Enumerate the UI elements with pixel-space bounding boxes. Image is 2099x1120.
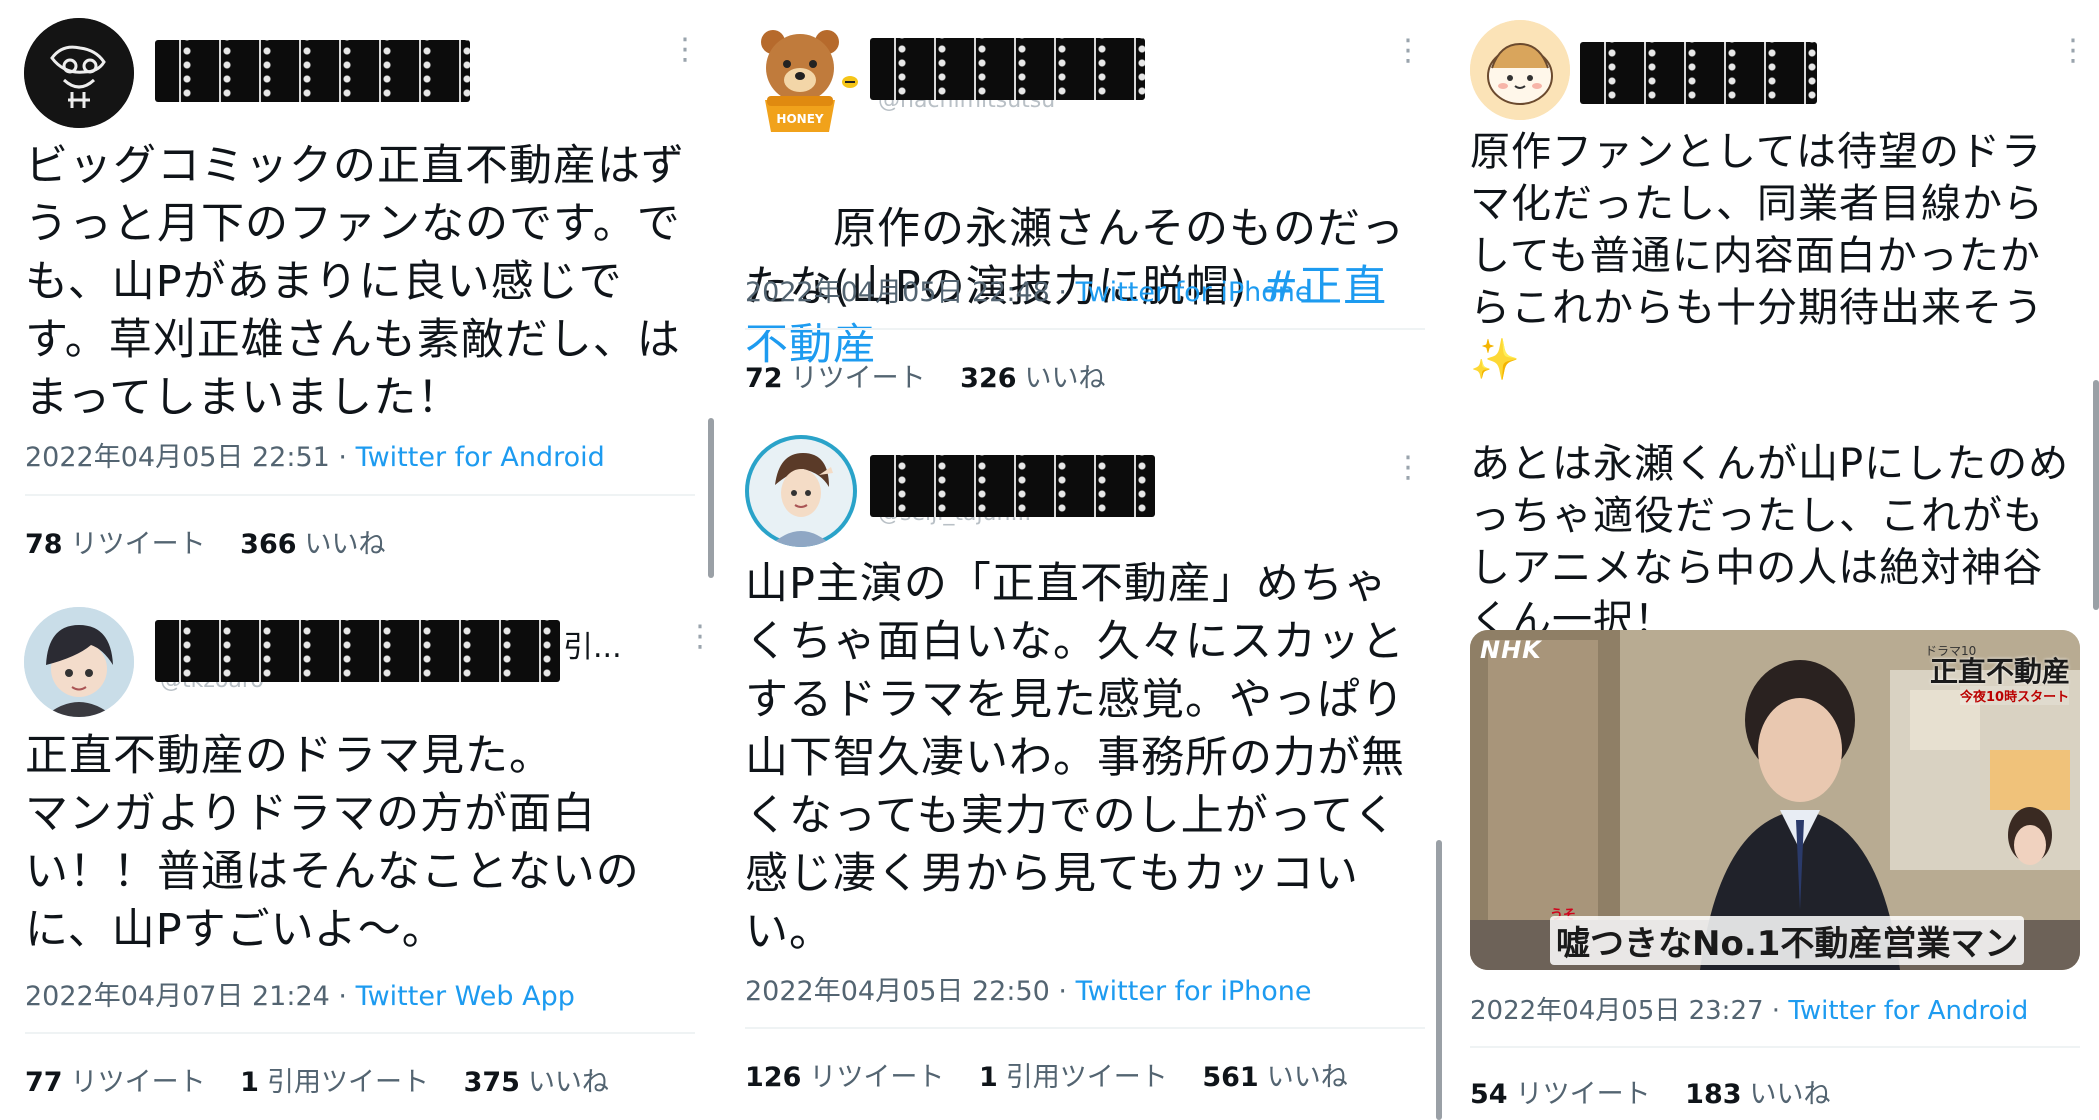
tweet-card[interactable]: ⋮ 原作ファンとしては待望のドラマ化だったし、同業者目線からしても普通に内容面白…: [1445, 0, 2099, 1120]
tweet-stats: 72 リツイート 326 いいね: [745, 356, 1106, 395]
more-options-icon[interactable]: ⋮: [1393, 36, 1423, 66]
tweet-card[interactable]: ⋮ ビッグコミックの正直不動産はずうっと月下のファンなのです。でも、山Pがあまり…: [0, 0, 710, 570]
tweet-source-link[interactable]: Twitter Web App: [356, 981, 575, 1012]
avatar-illustration: [24, 18, 134, 128]
tweet-meta: 2022年04月05日 22:48 · Twitter for iPhone: [745, 270, 1312, 309]
channel-logo: NHK: [1480, 636, 1542, 664]
more-options-icon[interactable]: ⋮: [1393, 453, 1423, 483]
avatar[interactable]: HONEY: [745, 20, 865, 135]
caption-banner: 嘘つきなNo.1不動産営業マン: [1550, 916, 2025, 965]
show-title: 正直不動産: [1930, 655, 2071, 688]
like-count[interactable]: 375 いいね: [464, 1067, 609, 1098]
retweet-count[interactable]: 72 リツイート: [745, 363, 926, 394]
meta-separator: ·: [1049, 976, 1076, 1007]
redacted-username: [155, 620, 560, 682]
like-count[interactable]: 366 いいね: [240, 529, 385, 560]
tweet-meta: 2022年04月07日 21:24 · Twitter Web App: [25, 974, 575, 1013]
avatar-illustration: [1470, 20, 1570, 120]
tweet-meta: 2022年04月05日 23:27 · Twitter for Android: [1470, 990, 2028, 1027]
tweet-card[interactable]: @seiji_tajun... ⋮ 山P主演の「正直不動産」めちゃくちゃ面白いな…: [720, 425, 1430, 1120]
avatar[interactable]: [24, 18, 134, 128]
retweet-count[interactable]: 54 リツイート: [1470, 1079, 1651, 1110]
broadcast-time: 今夜10時スタート: [1960, 686, 2070, 705]
divider: [25, 494, 695, 496]
tweet-text: ビッグコミックの正直不動産はずうっと月下のファンなのです。でも、山Pがあまりに良…: [25, 141, 685, 423]
column-right: ⋮ 原作ファンとしては待望のドラマ化だったし、同業者目線からしても普通に内容面白…: [1445, 0, 2099, 1120]
retweet-count[interactable]: 126 リツイート: [745, 1062, 944, 1093]
meta-separator: ·: [329, 981, 356, 1012]
tweet-source-link[interactable]: Twitter for iPhone: [1076, 976, 1312, 1007]
tweet-source-link[interactable]: Twitter for iPhone: [1076, 277, 1312, 308]
tweet-stats: 126 リツイート 1 引用ツイート 561 いいね: [745, 1055, 1348, 1094]
more-options-icon[interactable]: ⋮: [685, 622, 715, 652]
like-count[interactable]: 183 いいね: [1685, 1079, 1830, 1110]
column-left: ⋮ ビッグコミックの正直不動産はずうっと月下のファンなのです。でも、山Pがあまり…: [0, 0, 715, 1120]
tweet-source-link[interactable]: Twitter for Android: [1788, 996, 2028, 1026]
tweet-text: 山P主演の「正直不動産」めちゃくちゃ面白いな。久々にスカッとするドラマを見た感覚…: [745, 559, 1405, 957]
tweet-card[interactable]: @tkzoaro 引... ⋮ 正直不動産のドラマ見た。 マンガよりドラマの方が…: [0, 600, 715, 1120]
tweet-date[interactable]: 2022年04月05日 22:51: [25, 442, 330, 473]
divider: [25, 1032, 695, 1034]
more-options-icon[interactable]: ⋮: [2058, 36, 2088, 66]
retweet-count[interactable]: 78 リツイート: [25, 529, 206, 560]
tweet-stats: 78 リツイート 366 いいね: [25, 522, 386, 561]
avatar[interactable]: [745, 435, 857, 547]
redacted-username: [870, 455, 1155, 517]
quote-count[interactable]: 1 引用ツイート: [979, 1062, 1168, 1093]
tweet-date[interactable]: 2022年04月05日 23:27: [1470, 996, 1764, 1026]
tweet-date[interactable]: 2022年04月05日 22:50: [745, 976, 1050, 1007]
meta-separator: ·: [329, 442, 356, 473]
meta-separator: ·: [1049, 277, 1076, 308]
bear-honey-icon: HONEY: [761, 30, 858, 132]
redacted-username: [1580, 42, 1817, 104]
avatar[interactable]: [1470, 20, 1570, 120]
tweet-stats: 54 リツイート 183 いいね: [1470, 1072, 1831, 1111]
tweet-meta: 2022年04月05日 22:51 · Twitter for Android: [25, 435, 605, 474]
tweet-date[interactable]: 2022年04月07日 21:24: [25, 981, 330, 1012]
divider: [745, 328, 1425, 330]
tweet-meta: 2022年04月05日 22:50 · Twitter for iPhone: [745, 969, 1312, 1008]
scrollbar[interactable]: [2093, 380, 2099, 610]
redacted-username: [155, 40, 470, 102]
tweet-media-image[interactable]: NHK ドラマ10 正直不動産 今夜10時スタート うそ 嘘つきなNo.1不動産…: [1470, 630, 2080, 970]
tweet-card[interactable]: HONEY @hachimitsutsu ⋮ 原作の永瀬さんそのものだったな(山…: [720, 0, 1430, 415]
like-count[interactable]: 561 いいね: [1202, 1062, 1347, 1093]
column-middle: HONEY @hachimitsutsu ⋮ 原作の永瀬さんそのものだったな(山…: [720, 0, 1442, 1120]
avatar-illustration: [24, 607, 134, 717]
redacted-username: [870, 38, 1145, 100]
tweet-date[interactable]: 2022年04月05日 22:48: [745, 277, 1050, 308]
more-options-icon[interactable]: ⋮: [670, 35, 700, 65]
divider: [1470, 1046, 2080, 1048]
divider: [745, 1027, 1425, 1029]
like-count[interactable]: 326 いいね: [960, 363, 1105, 394]
scrollbar[interactable]: [1436, 840, 1442, 1120]
username-suffix: 引...: [563, 630, 622, 665]
avatar[interactable]: [24, 607, 134, 717]
svg-text:HONEY: HONEY: [776, 112, 823, 126]
tweet-text: 原作ファンとしては待望のドラマ化だったし、同業者目線からしても普通に内容面白かっ…: [1470, 129, 2070, 643]
scrollbar[interactable]: [708, 418, 714, 578]
quote-count[interactable]: 1 引用ツイート: [240, 1067, 429, 1098]
tweet-stats: 77 リツイート 1 引用ツイート 375 いいね: [25, 1060, 609, 1099]
avatar-illustration: [745, 435, 857, 547]
meta-separator: ·: [1763, 996, 1789, 1026]
tweet-text: 正直不動産のドラマ見た。 マンガよりドラマの方が面白い！！普通はそんなことないの…: [25, 731, 640, 955]
retweet-count[interactable]: 77 リツイート: [25, 1067, 206, 1098]
tweet-source-link[interactable]: Twitter for Android: [356, 442, 605, 473]
